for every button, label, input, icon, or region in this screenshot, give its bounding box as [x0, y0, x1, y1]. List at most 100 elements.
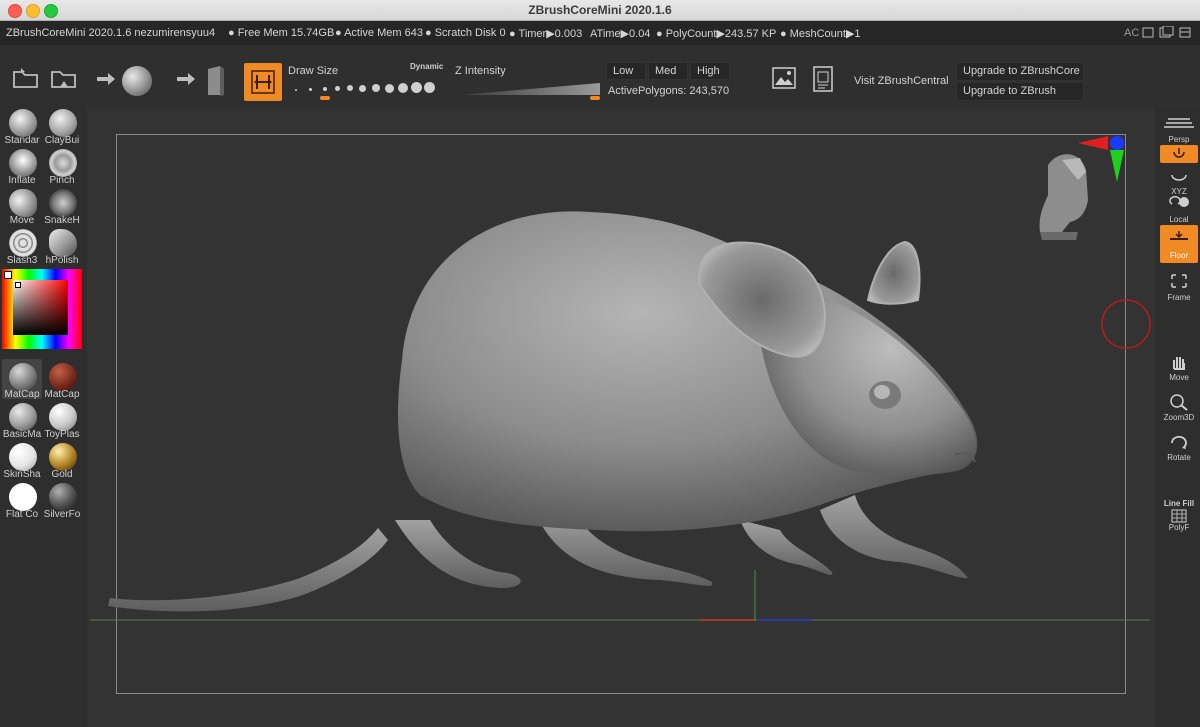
material-ball-icon: [49, 403, 77, 431]
claybuildup-brush-icon: [49, 109, 77, 137]
viewport-scene[interactable]: [87, 107, 1155, 727]
scratch-disk-text: ● Scratch Disk 0: [425, 27, 506, 39]
material-label: Flat Co: [5, 509, 39, 520]
local-button[interactable]: Local: [1160, 193, 1198, 227]
pinch-brush-icon: [49, 149, 77, 177]
persp-button[interactable]: Persp: [1160, 113, 1198, 147]
rat-model[interactable]: [108, 211, 978, 612]
edit-mode-button[interactable]: [244, 63, 282, 101]
brush-hpolish[interactable]: hPolish: [42, 225, 82, 266]
material-silverfoil[interactable]: SilverFo: [42, 479, 82, 520]
zoom3d-button[interactable]: Zoom3D: [1160, 391, 1198, 425]
move-brush-icon: [9, 189, 37, 217]
med-button[interactable]: Med: [648, 62, 688, 80]
color-cursor-icon: [15, 282, 21, 288]
material-matcap-red[interactable]: MatCap: [42, 359, 82, 400]
snakehook-brush-icon: [49, 189, 77, 217]
material-toyplastic[interactable]: ToyPlas: [42, 399, 82, 440]
rotate-icon: [1171, 435, 1187, 449]
snap-icon: [1173, 148, 1185, 158]
magnifier-icon: [1170, 394, 1188, 411]
hpolish-brush-icon: [49, 229, 77, 257]
document-icon[interactable]: [811, 66, 835, 92]
layout-icon[interactable]: [1142, 25, 1192, 40]
timer-text: ● Timer▶0.003: [509, 28, 583, 40]
dynamic-label[interactable]: Dynamic: [410, 62, 443, 71]
right-view-panel: Persp XYZ Local Floor Frame Move Zoom3D …: [1155, 107, 1200, 727]
arrow-right-icon: [177, 73, 195, 85]
primary-color-chip[interactable]: [4, 271, 12, 279]
floor-icon: [1170, 231, 1188, 240]
color-swatch-square[interactable]: [13, 280, 68, 335]
left-tool-panel: Standar ClayBui Inflate Pinch Move Snake…: [0, 97, 87, 727]
brush-slash3[interactable]: Slash3: [2, 225, 42, 266]
slash3-brush-icon: [9, 229, 37, 257]
material-gold[interactable]: Gold: [42, 439, 82, 480]
active-polygons-text: ActivePolygons: 243,570: [608, 85, 730, 97]
upgrade-zbrush-button[interactable]: Upgrade to ZBrush: [956, 82, 1084, 101]
xyz-icon: [1171, 174, 1187, 181]
window-controls-icons[interactable]: [1142, 25, 1192, 43]
material-matcap-gray[interactable]: MatCap: [2, 359, 42, 400]
brush-pinch[interactable]: Pinch: [42, 145, 82, 186]
z-intensity-label: Z Intensity: [455, 65, 506, 77]
rotate-button[interactable]: Rotate: [1160, 431, 1198, 465]
ac-text: AC: [1124, 27, 1140, 39]
image-icon[interactable]: [772, 67, 796, 89]
brush-standard[interactable]: Standar: [2, 105, 42, 146]
brush-claybuildup[interactable]: ClayBui: [42, 105, 82, 146]
line-fill-polyf-button[interactable]: Line Fill PolyF: [1160, 497, 1198, 535]
free-mem-text: ● Free Mem 15.74GB: [228, 27, 335, 39]
plane-tool-icon[interactable]: [205, 65, 227, 97]
material-ball-icon: [9, 363, 37, 391]
low-button[interactable]: Low: [606, 62, 646, 80]
open-folder-icon[interactable]: [12, 67, 40, 91]
persp-label: Persp: [1168, 135, 1190, 144]
material-label: SilverFo: [43, 509, 81, 520]
floor-label: Floor: [1169, 251, 1189, 260]
save-folder-icon[interactable]: [50, 67, 78, 91]
move-view-button[interactable]: Move: [1160, 351, 1198, 385]
brush-snakehook[interactable]: SnakeH: [42, 185, 82, 226]
material-ball-icon: [9, 483, 37, 511]
sphere-tool-icon[interactable]: [122, 66, 152, 96]
edit-icon: [251, 70, 275, 94]
upgrade-core-button[interactable]: Upgrade to ZBrushCore: [956, 62, 1084, 81]
top-toolbar: Draw Size Dynamic Z Intensity Low Med Hi…: [0, 45, 1200, 108]
material-ball-icon: [49, 363, 77, 391]
material-ball-icon: [9, 403, 37, 431]
rotation-circle-icon[interactable]: [1101, 299, 1151, 349]
brush-move[interactable]: Move: [2, 185, 42, 226]
material-ball-icon: [9, 443, 37, 471]
app-version-text: ZBrushCoreMini 2020.1.6 nezumirensyuu4: [6, 27, 216, 39]
meshcount-text: ● MeshCount▶1: [780, 28, 861, 40]
polyf-label: PolyF: [1168, 523, 1190, 532]
polycount-text: ● PolyCount▶243.57 KP: [656, 28, 777, 40]
floor-button[interactable]: Floor: [1160, 225, 1198, 263]
material-basic[interactable]: BasicMa: [2, 399, 42, 440]
status-info-bar: ZBrushCoreMini 2020.1.6 nezumirensyuu4 ●…: [0, 21, 1200, 45]
orientation-head-icon[interactable]: [1039, 154, 1088, 240]
local-icon: [1169, 196, 1189, 207]
material-ball-icon: [49, 483, 77, 511]
brush-label: Slash3: [6, 255, 38, 266]
move-label: Move: [1169, 373, 1189, 382]
draw-size-label: Draw Size: [288, 65, 339, 77]
frame-label: Frame: [1167, 293, 1191, 302]
visit-zbrushcentral-link[interactable]: Visit ZBrushCentral: [854, 75, 949, 87]
line-fill-label: Line Fill: [1163, 499, 1195, 508]
brush-inflate[interactable]: Inflate: [2, 145, 42, 186]
frame-button[interactable]: Frame: [1160, 271, 1198, 305]
snap-toggle-button[interactable]: [1160, 145, 1198, 163]
standard-brush-icon: [9, 109, 37, 137]
inflate-brush-icon: [9, 149, 37, 177]
high-button[interactable]: High: [690, 62, 730, 80]
material-skinshade[interactable]: SkinSha: [2, 439, 42, 480]
color-picker[interactable]: [2, 269, 82, 349]
persp-icon: [1164, 118, 1194, 128]
material-flatcolor[interactable]: Flat Co: [2, 479, 42, 520]
zoom3d-label: Zoom3D: [1163, 413, 1195, 422]
z-intensity-ramp: [460, 83, 600, 95]
frame-icon: [1171, 274, 1187, 288]
polyframe-icon: [1171, 509, 1187, 523]
